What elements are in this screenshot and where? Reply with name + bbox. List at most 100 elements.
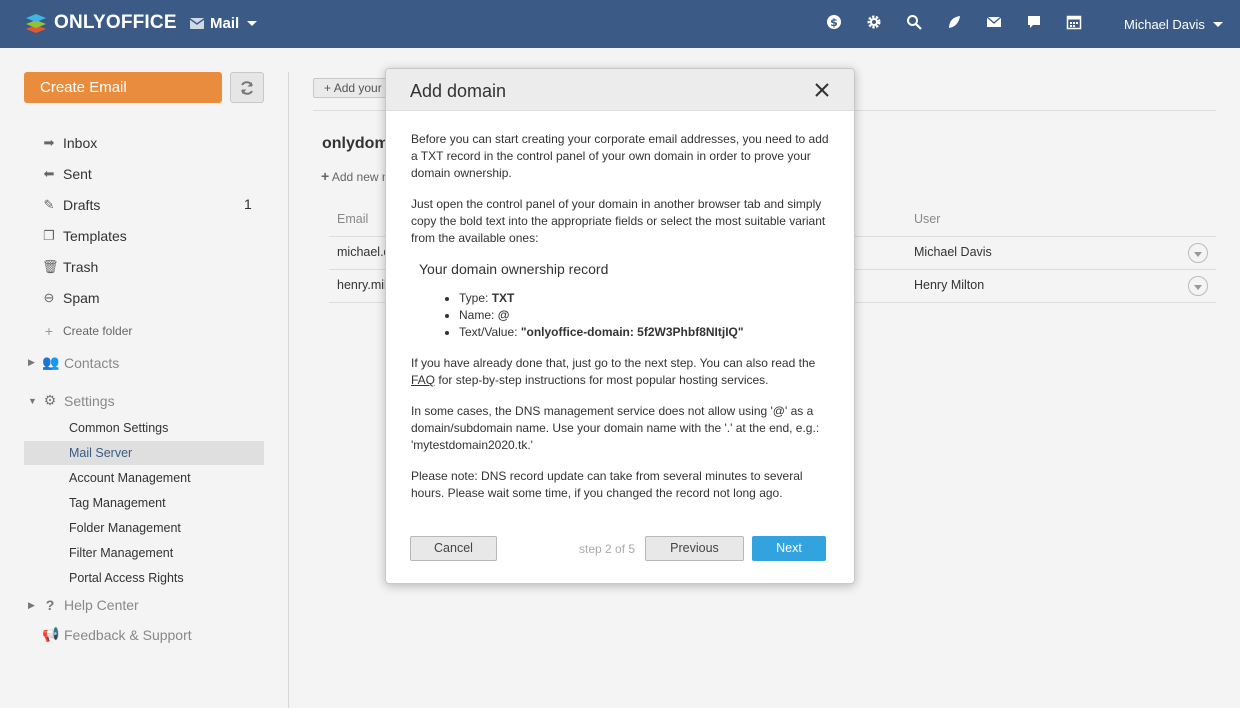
instructions-text: Just open the control panel of your doma… — [411, 197, 826, 245]
help-icon: ? — [45, 597, 55, 613]
next-button[interactable]: Next — [752, 536, 826, 561]
sidebar-divider — [288, 72, 289, 708]
sent-icon: ⬅ — [43, 166, 55, 181]
templates-icon: ❐ — [43, 228, 55, 243]
record-list: Type: TXT Name: @ Text/Value: "onlyoffic… — [459, 290, 836, 341]
settings-item-folder-management[interactable]: Folder Management — [24, 516, 264, 540]
feed-icon[interactable] — [946, 14, 962, 30]
record-title: Your domain ownership record — [419, 261, 609, 277]
payments-icon[interactable]: $ — [826, 14, 842, 30]
sidebar-item-trash[interactable]: 🗑 Trash — [42, 257, 98, 277]
sidebar-item-label: Drafts — [63, 197, 101, 213]
record-name: Name: @ — [459, 307, 836, 324]
record-type-value: TXT — [491, 291, 515, 305]
cancel-button[interactable]: Cancel — [410, 536, 497, 561]
gear-icon: ⚙ — [43, 392, 57, 408]
column-header-user: User — [914, 212, 941, 226]
settings-icon[interactable] — [866, 14, 882, 30]
logo[interactable]: ONLYOFFICE — [24, 11, 177, 35]
create-folder-label: Create folder — [63, 324, 133, 338]
user-menu[interactable]: Michael Davis — [1124, 17, 1223, 32]
chevron-down-icon — [247, 21, 258, 26]
sidebar-group-help[interactable]: ▶ ? Help Center — [28, 597, 139, 613]
contacts-label: Contacts — [64, 354, 120, 371]
record-name-value: @ — [497, 308, 510, 322]
sidebar-item-spam[interactable]: ⊖ Spam — [42, 288, 100, 308]
add-domain-button[interactable]: + Add your own domain — [313, 78, 393, 98]
close-icon[interactable] — [814, 82, 830, 98]
next-step-text-b: for step-by-step instructions for most p… — [438, 373, 769, 387]
record-type: Type: TXT — [459, 290, 836, 307]
user-name: Michael Davis — [1124, 17, 1205, 32]
settings-item-filter-management[interactable]: Filter Management — [24, 541, 264, 565]
refresh-button[interactable] — [230, 72, 264, 103]
sidebar-group-contacts[interactable]: ▶ 👥 Contacts — [28, 354, 119, 371]
chevron-down-icon — [1194, 251, 1202, 257]
sidebar-item-inbox[interactable]: ➡ Inbox — [42, 133, 98, 153]
dialog-title: Add domain — [410, 81, 507, 101]
record-text-label: Text/Value: — [459, 325, 518, 339]
svg-text:$: $ — [830, 16, 838, 29]
row-user: Michael Davis — [914, 245, 992, 259]
previous-button[interactable]: Previous — [645, 536, 744, 561]
create-email-button[interactable]: Create Email — [24, 72, 222, 103]
calendar-icon[interactable] — [1066, 14, 1082, 30]
record-text-value: "onlyoffice-domain: 5f2W3Phbf8NItjIQ" — [520, 325, 744, 339]
add-domain-dialog: Add domain Before you can start creating… — [385, 68, 855, 584]
trash-icon: 🗑 — [42, 259, 59, 274]
settings-item-mail-server[interactable]: Mail Server — [24, 441, 264, 465]
add-mailbox-label: Add new mailbox — [331, 170, 391, 184]
drafts-count: 1 — [244, 196, 252, 212]
dialog-header: Add domain — [386, 69, 854, 111]
mail-icon[interactable] — [986, 14, 1002, 30]
create-folder-link[interactable]: + Create folder — [42, 323, 132, 339]
logo-text: ONLYOFFICE — [54, 12, 177, 33]
record-text: Text/Value: "onlyoffice-domain: 5f2W3Phb… — [459, 324, 836, 341]
spam-icon: ⊖ — [43, 290, 55, 305]
sidebar-item-label: Inbox — [63, 135, 98, 151]
faq-link[interactable]: FAQ — [411, 373, 435, 387]
next-step-text: If you have already done that, just go t… — [411, 355, 836, 389]
settings-item-portal-access[interactable]: Portal Access Rights — [24, 566, 264, 590]
sidebar-item-label: Spam — [63, 290, 100, 306]
row-menu-button[interactable] — [1188, 276, 1208, 296]
sidebar-item-feedback[interactable]: 📢 Feedback & Support — [28, 626, 192, 643]
feedback-label: Feedback & Support — [64, 626, 192, 643]
add-mailbox-link[interactable]: + Add new mailbox — [321, 168, 391, 184]
row-email: michael.davis — [337, 245, 387, 259]
chevron-down-icon — [1212, 22, 1223, 27]
column-header-email: Email — [337, 212, 369, 226]
settings-item-common[interactable]: Common Settings — [24, 416, 264, 440]
search-icon[interactable] — [906, 14, 922, 30]
help-label: Help Center — [64, 597, 139, 613]
settings-item-tag-management[interactable]: Tag Management — [24, 491, 264, 515]
next-step-text-a: If you have already done that, just go t… — [411, 356, 816, 370]
inbox-icon: ➡ — [43, 135, 55, 150]
dns-note-text: In some cases, the DNS management servic… — [411, 404, 820, 452]
step-indicator: step 2 of 5 — [579, 542, 636, 556]
sidebar-item-label: Sent — [63, 166, 92, 182]
domain-title: onlydomain — [322, 135, 392, 152]
contacts-icon: 👥 — [42, 354, 60, 370]
chevron-down-icon — [1194, 284, 1202, 290]
chevron-down-icon: ▼ — [28, 395, 37, 406]
module-label: Mail — [210, 15, 240, 32]
top-bar: ONLYOFFICE Mail $ Michael Davis — [0, 0, 1240, 48]
onlyoffice-logo-icon — [24, 11, 48, 35]
chat-icon[interactable] — [1026, 14, 1042, 30]
record-type-label: Type: — [459, 291, 489, 305]
sidebar-item-label: Trash — [63, 259, 99, 275]
sidebar-item-templates[interactable]: ❐ Templates — [42, 226, 127, 246]
row-email: henry.milton — [337, 278, 387, 292]
plus-icon: + — [321, 168, 330, 184]
chevron-right-icon: ▶ — [28, 357, 35, 367]
row-menu-button[interactable] — [1188, 243, 1208, 263]
chevron-right-icon: ▶ — [28, 599, 35, 610]
sidebar-group-settings[interactable]: ▼ ⚙ Settings — [28, 392, 115, 409]
row-user: Henry Milton — [914, 278, 985, 292]
sidebar-item-drafts[interactable]: ✎ Drafts — [42, 195, 101, 215]
module-switcher[interactable]: Mail — [190, 15, 258, 32]
sidebar-item-sent[interactable]: ⬅ Sent — [42, 164, 92, 184]
settings-item-account-management[interactable]: Account Management — [24, 466, 264, 490]
drafts-icon: ✎ — [43, 197, 55, 212]
